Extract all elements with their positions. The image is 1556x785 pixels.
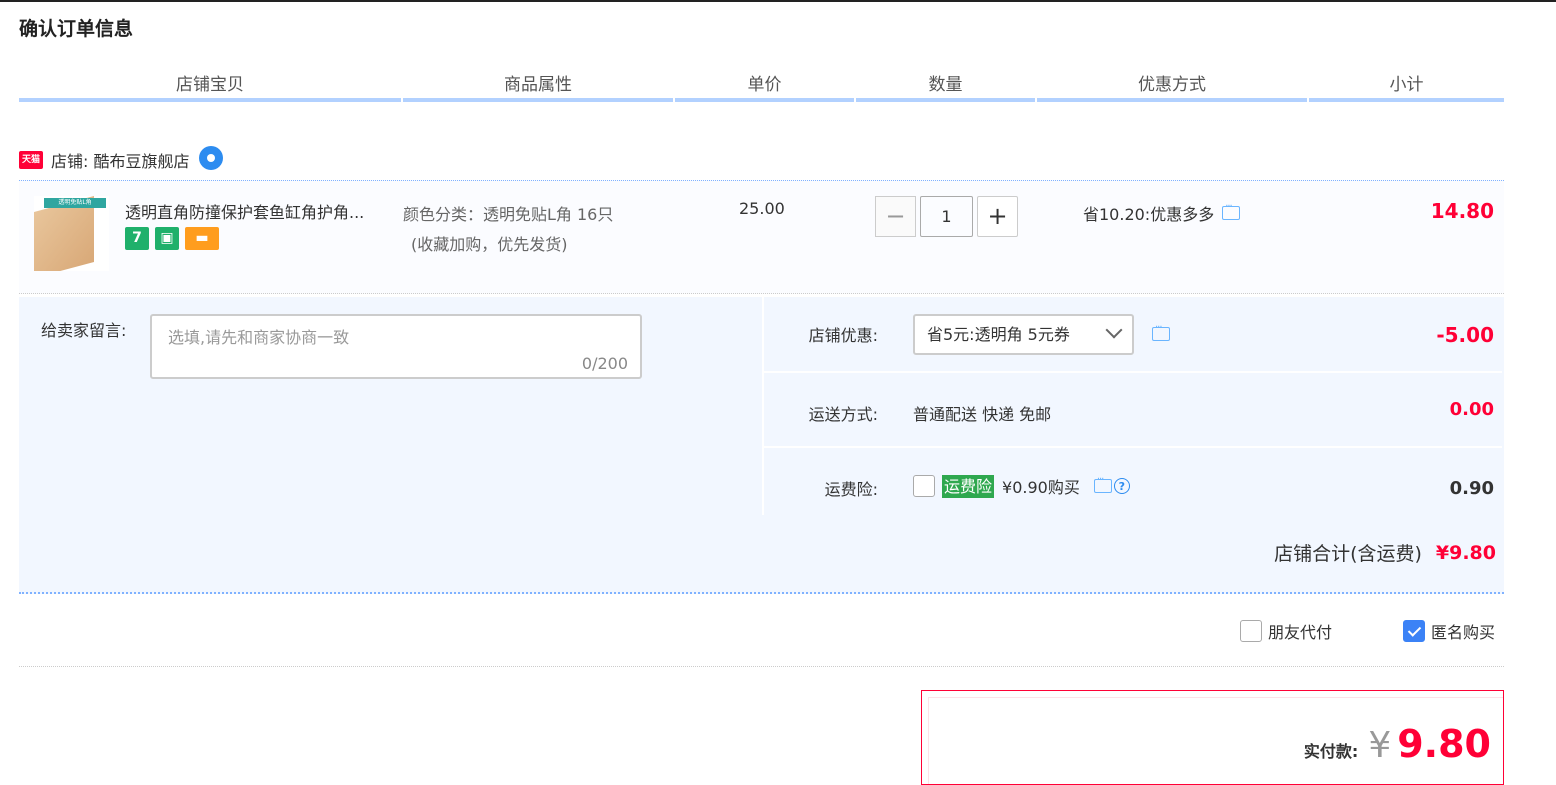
- anonymous-option[interactable]: 匿名购买: [1403, 619, 1495, 643]
- shipping-method: 普通配送 快递 免邮: [913, 405, 1052, 424]
- shipping-label: 运送方式:: [808, 405, 878, 424]
- message-char-count: 0/200: [581, 354, 628, 373]
- insurance-tag: 运费险: [942, 474, 995, 498]
- col-header-promo: 优惠方式: [1037, 72, 1307, 102]
- top-border: [0, 0, 1556, 2]
- quantity-input[interactable]: 1: [920, 196, 973, 237]
- coupon-detail-icon[interactable]: [1152, 322, 1170, 341]
- payment-amount: 9.80: [1397, 722, 1491, 766]
- friend-pay-option[interactable]: 朋友代付: [1240, 619, 1332, 643]
- shop-coupon-value: -5.00: [1436, 323, 1494, 347]
- shop-coupon-row: 店铺优惠: 省5元:透明角 5元券 -5.00: [762, 297, 1502, 373]
- item-attr-color: 颜色分类：透明免贴L角 16只: [403, 205, 614, 224]
- message-placeholder: 选填,请先和商家协商一致: [168, 328, 350, 347]
- shop-coupon-select[interactable]: 省5元:透明角 5元券: [913, 314, 1134, 355]
- promo-detail-icon[interactable]: [1222, 201, 1241, 220]
- shop-coupon-selected: 省5元:透明角 5元券: [927, 325, 1070, 344]
- order-item-row: 透明免贴L角 透明直角防撞保护套鱼缸角护角... 7 ▣ ▬ 颜色分类：透明免贴…: [19, 180, 1504, 294]
- shop-total: 店铺合计(含运费) ¥9.80: [1274, 539, 1496, 566]
- payment-summary: 实付款: ¥ 9.80: [921, 690, 1504, 785]
- shipping-value: 0.00: [1449, 399, 1494, 420]
- payment-currency: ¥: [1368, 725, 1392, 766]
- payment-inner: 实付款: ¥ 9.80: [928, 697, 1503, 784]
- anonymous-checkbox[interactable]: [1403, 620, 1425, 642]
- anonymous-label: 匿名购买: [1431, 623, 1496, 642]
- tmall-icon: 天猫: [19, 151, 43, 169]
- promo-info: 省10.20:优惠多多: [1083, 201, 1241, 225]
- help-icon[interactable]: ?: [1113, 478, 1130, 494]
- friend-pay-checkbox[interactable]: [1240, 620, 1262, 642]
- shop-coupon-label: 店铺优惠:: [808, 326, 878, 345]
- col-header-price: 单价: [675, 72, 854, 102]
- insurance-option: 运费险 ¥0.90购买 ?: [913, 474, 1130, 498]
- payment-line: 实付款: ¥ 9.80: [1304, 722, 1491, 766]
- bag-icon[interactable]: ▣: [155, 227, 179, 250]
- page-title: 确认订单信息: [19, 18, 134, 40]
- item-thumbnail[interactable]: 透明免贴L角: [34, 196, 109, 271]
- quantity-stepper: − 1 +: [875, 196, 1018, 237]
- insurance-checkbox[interactable]: [913, 475, 935, 497]
- chevron-down-icon: [1105, 321, 1123, 339]
- service-badges: 7 ▣ ▬: [125, 227, 219, 250]
- unit-price: 25.00: [739, 199, 785, 218]
- seven-day-return-icon[interactable]: 7: [125, 227, 149, 250]
- col-header-item: 店铺宝贝: [19, 72, 401, 102]
- shipping-row: 运送方式: 普通配送 快递 免邮 0.00: [762, 373, 1502, 448]
- insurance-detail-icon[interactable]: [1093, 474, 1112, 493]
- wangwang-chat-icon[interactable]: [199, 146, 224, 170]
- payment-label: 实付款:: [1303, 742, 1359, 761]
- insurance-label: 运费险:: [824, 480, 878, 499]
- thumbnail-label: 透明免贴L角: [44, 198, 106, 208]
- col-header-attr: 商品属性: [403, 72, 673, 102]
- quantity-plus-button[interactable]: +: [977, 196, 1018, 237]
- col-header-subtotal: 小计: [1309, 72, 1504, 102]
- shop-detail-panel: 给卖家留言: 选填,请先和商家协商一致 0/200 店铺优惠: 省5元:透明角 …: [19, 297, 1504, 594]
- message-label: 给卖家留言:: [41, 321, 127, 340]
- item-subtotal: 14.80: [1430, 199, 1494, 223]
- shop-name[interactable]: 店铺: 酷布豆旗舰店: [51, 148, 189, 172]
- shop-row: 天猫 店铺: 酷布豆旗舰店: [19, 146, 224, 173]
- insurance-price: ¥0.90购买: [1002, 478, 1080, 497]
- insurance-row: 运费险: 运费险 ¥0.90购买 ? 0.90: [762, 448, 1502, 515]
- insurance-value: 0.90: [1449, 478, 1494, 499]
- shop-total-label: 店铺合计(含运费): [1274, 543, 1422, 565]
- item-attr-note: (收藏加购，优先发货): [411, 235, 568, 254]
- quantity-minus-button[interactable]: −: [875, 196, 916, 237]
- message-textarea[interactable]: 选填,请先和商家协商一致 0/200: [150, 314, 642, 379]
- col-header-qty: 数量: [856, 72, 1035, 102]
- promo-text: 省10.20:优惠多多: [1083, 205, 1215, 224]
- item-title-link[interactable]: 透明直角防撞保护套鱼缸角护角...: [125, 199, 395, 223]
- card-icon[interactable]: ▬: [185, 227, 219, 250]
- divider: [19, 666, 1504, 667]
- shop-total-value: ¥9.80: [1435, 541, 1496, 564]
- friend-pay-label: 朋友代付: [1268, 623, 1333, 642]
